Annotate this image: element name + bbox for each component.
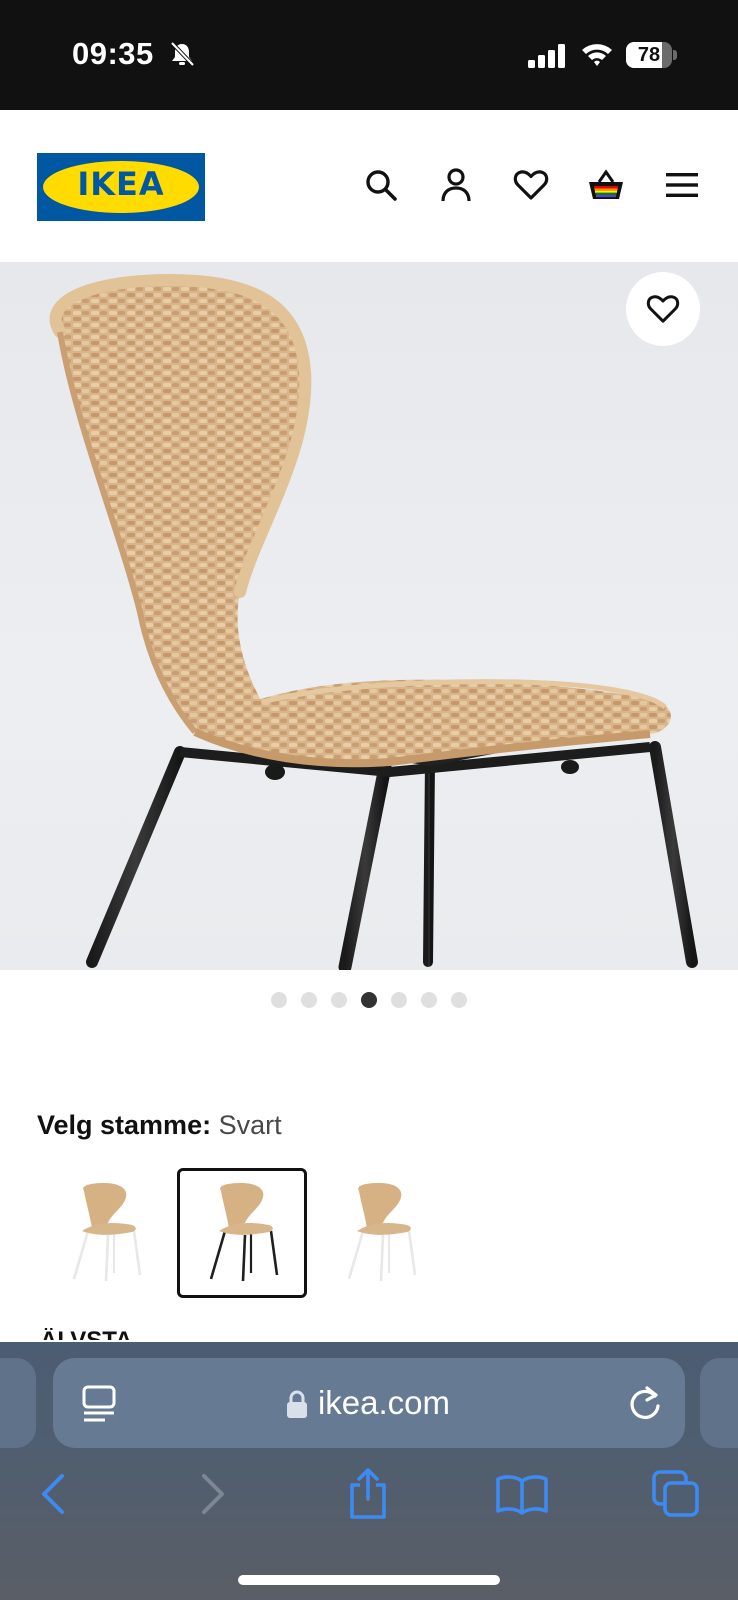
variant-label: Velg stamme: Svart: [37, 1110, 282, 1141]
user-icon[interactable]: [436, 165, 476, 205]
battery-indicator: 78: [626, 42, 677, 68]
chair-thumbnail: [347, 1183, 417, 1282]
home-indicator[interactable]: [238, 1575, 500, 1585]
reload-icon[interactable]: [625, 1382, 665, 1424]
search-icon[interactable]: [361, 165, 401, 205]
heart-icon[interactable]: [511, 165, 551, 205]
product-favorite-button[interactable]: [626, 272, 700, 346]
bookmarks-icon: [496, 1475, 548, 1515]
variant-option-white[interactable]: [40, 1168, 170, 1298]
back-icon: [42, 1474, 64, 1514]
carousel-dot[interactable]: [421, 992, 437, 1008]
site-header: IKEA: [0, 110, 738, 262]
battery-percent: 78: [637, 44, 661, 66]
back-button[interactable]: [25, 1466, 81, 1522]
carousel-dot[interactable]: [361, 992, 377, 1008]
chair-thumbnail: [72, 1183, 142, 1282]
ikea-logo[interactable]: IKEA: [37, 153, 205, 221]
carousel-dots[interactable]: [0, 992, 738, 1010]
variant-option-white-2[interactable]: [315, 1168, 445, 1298]
forward-button[interactable]: [185, 1466, 241, 1522]
carousel-dot[interactable]: [391, 992, 407, 1008]
carousel-dot[interactable]: [451, 992, 467, 1008]
previous-tab-preview[interactable]: [0, 1358, 36, 1448]
share-icon: [350, 1468, 386, 1519]
status-bar: 09:35 78: [0, 0, 738, 110]
wifi-icon: [582, 44, 612, 66]
tabs-button[interactable]: [648, 1466, 704, 1522]
tabs-icon: [652, 1470, 699, 1517]
next-section-heading: ÄLVSTA: [40, 1328, 132, 1340]
status-time: 09:35: [72, 36, 154, 71]
chair-thumbnail: [209, 1183, 279, 1282]
variant-selected-value: Svart: [218, 1110, 282, 1140]
bell-slash-icon: [170, 41, 195, 67]
product-image[interactable]: [0, 262, 738, 970]
logo-text: IKEA: [77, 165, 165, 203]
browser-toolbar: ikea.com: [0, 1342, 738, 1600]
basket-icon[interactable]: [586, 165, 626, 205]
variant-label-title: Velg stamme:: [37, 1110, 212, 1140]
heart-icon: [646, 295, 680, 323]
url-text[interactable]: ikea.com: [53, 1384, 685, 1422]
carousel-dot[interactable]: [301, 992, 317, 1008]
signal-icon: [528, 44, 565, 68]
address-bar[interactable]: ikea.com: [53, 1358, 685, 1448]
bookmarks-button[interactable]: [494, 1466, 550, 1522]
carousel-dot[interactable]: [331, 992, 347, 1008]
next-tab-preview[interactable]: [700, 1358, 738, 1448]
forward-icon: [202, 1474, 224, 1514]
menu-icon[interactable]: [662, 165, 702, 205]
variant-option-black[interactable]: [177, 1168, 307, 1298]
share-button[interactable]: [340, 1466, 396, 1522]
chair-illustration: [49, 273, 698, 970]
carousel-dot[interactable]: [271, 992, 287, 1008]
